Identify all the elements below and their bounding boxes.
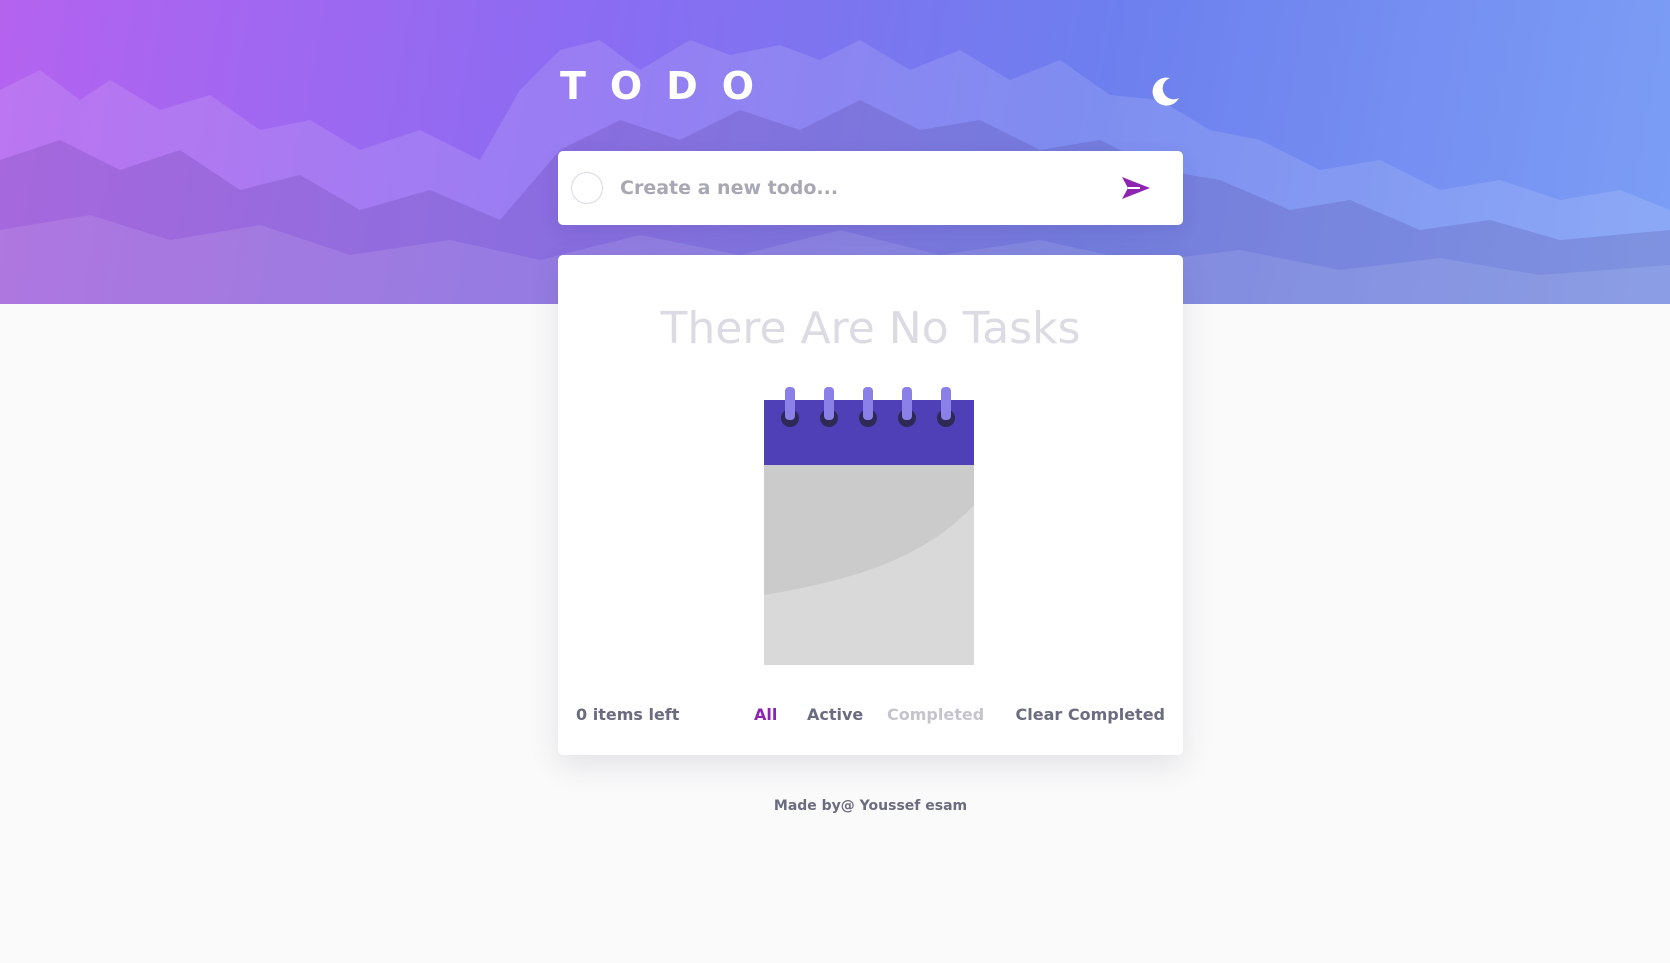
filter-active[interactable]: Active	[807, 705, 863, 724]
list-footer: 0 items left All Active Completed Clear …	[558, 695, 1183, 735]
empty-state-message: There Are No Tasks	[660, 303, 1081, 354]
todo-list-card: There Are No Tasks 0 items left All Acti…	[558, 255, 1183, 755]
new-todo-form	[558, 151, 1183, 225]
items-left-count: 0 items left	[576, 705, 680, 724]
filter-completed[interactable]: Completed	[887, 705, 984, 724]
theme-toggle-button[interactable]	[1148, 74, 1182, 108]
filter-all[interactable]: All	[754, 705, 777, 724]
author-credit: Made by@ Youssef esam	[773, 798, 968, 814]
clear-completed-button[interactable]: Clear Completed	[1016, 705, 1165, 724]
send-icon	[1122, 177, 1150, 199]
notepad-icon	[764, 387, 974, 665]
app-title: TODO	[560, 64, 779, 108]
new-todo-input[interactable]	[620, 165, 1090, 211]
moon-icon	[1152, 77, 1179, 106]
submit-todo-button[interactable]	[1118, 171, 1154, 205]
new-todo-checkbox[interactable]	[571, 172, 603, 204]
